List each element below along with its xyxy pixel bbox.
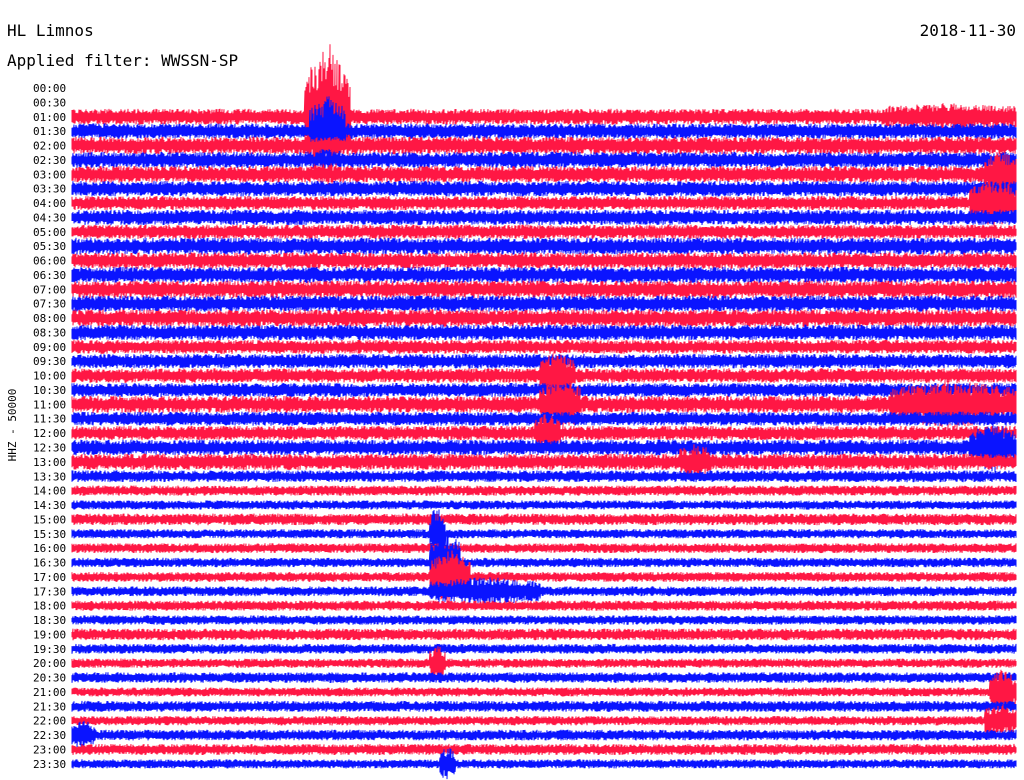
tick-label: 11:00 [33,398,66,411]
tick-label: 23:30 [33,758,66,771]
tick-label: 18:30 [33,614,66,627]
tick-label: 13:00 [33,456,66,469]
trace-0500 [71,224,1017,239]
trace-2030 [71,672,1017,683]
tick-label: 10:00 [33,370,66,383]
tick-label: 00:00 [33,82,66,95]
tick-label: 01:30 [33,125,66,138]
time-row-labels: 00:0000:30 01:0001:30 02:0002:3003:00 03:30… [33,82,66,771]
tick-label: 14:00 [33,485,66,498]
trace-0830 [71,324,1017,341]
trace-1500 [71,513,1017,526]
tick-label: 12:30 [33,442,66,455]
trace-1630 [71,531,1017,597]
tick-label: 22:30 [33,729,66,742]
trace-2130 [71,700,1017,712]
trace-1800 [71,600,1017,611]
tick-label: 00:30 [33,96,66,109]
filter-label: Applied filter: WWSSN-SP [7,51,239,70]
tick-label: 21:00 [33,686,66,699]
trace-1730 [71,577,1017,605]
tick-label: 16:30 [33,557,66,570]
station-title: HL Limnos [7,21,94,40]
tick-label: 19:30 [33,643,66,656]
tick-label: 17:30 [33,585,66,598]
tick-label: 06:00 [33,255,66,268]
y-axis-label: HHZ - 50000 [6,389,19,462]
tick-label: 07:30 [33,298,66,311]
trace-2230 [71,720,1017,749]
tick-label: 14:30 [33,499,66,512]
trace-0200 [71,136,1017,155]
tick-label: 08:30 [33,326,66,339]
tick-label: 22:00 [33,715,66,728]
tick-label: 05:00 [33,226,66,239]
tick-label: 02:00 [33,140,66,153]
tick-label: 18:00 [33,600,66,613]
tick-label: 04:00 [33,197,66,210]
tick-label: 15:00 [33,513,66,526]
tick-label: 20:00 [33,657,66,670]
seismogram-plot: 00:0000:30 01:0001:30 02:0002:3003:00 03:30… [6,44,1017,780]
trace-0800 [71,309,1017,327]
tick-label: 03:00 [33,168,66,181]
tick-label: 05:30 [33,240,66,253]
trace-0630 [71,266,1017,284]
trace-0700 [71,280,1017,299]
tick-label: 10:30 [33,384,66,397]
trace-1430 [71,500,1017,510]
tick-label: 03:30 [33,183,66,196]
tick-label: 16:00 [33,542,66,555]
trace-0600 [71,252,1017,269]
trace-1400 [71,485,1017,496]
tick-label: 06:30 [33,269,66,282]
trace-0330 [71,180,1017,197]
tick-label: 21:30 [33,700,66,713]
trace-1600 [71,543,1017,554]
tick-label: 07:00 [33,283,66,296]
seismogram-traces [71,44,1017,780]
trace-0730 [71,295,1017,312]
tick-label: 20:30 [33,672,66,685]
trace-0900 [71,339,1017,354]
tick-label: 12:00 [33,427,66,440]
trace-0530 [71,237,1017,255]
date-label: 2018-11-30 [919,21,1016,40]
tick-label: 11:30 [33,413,66,426]
tick-label: 08:00 [33,312,66,325]
tick-label: 13:30 [33,470,66,483]
tick-label: 15:30 [33,528,66,541]
trace-1830 [71,615,1017,625]
tick-label: 02:30 [33,154,66,167]
tick-label: 01:00 [33,111,66,124]
tick-label: 09:30 [33,355,66,368]
trace-1900 [71,628,1017,641]
trace-1930 [71,643,1017,654]
trace-1330 [71,470,1017,483]
tick-label: 23:00 [33,743,66,756]
trace-2300 [71,743,1017,756]
tick-label: 19:00 [33,628,66,641]
trace-0230 [71,151,1017,169]
tick-label: 09:00 [33,341,66,354]
tick-label: 17:00 [33,571,66,584]
trace-0430 [71,209,1017,226]
tick-label: 04:30 [33,211,66,224]
